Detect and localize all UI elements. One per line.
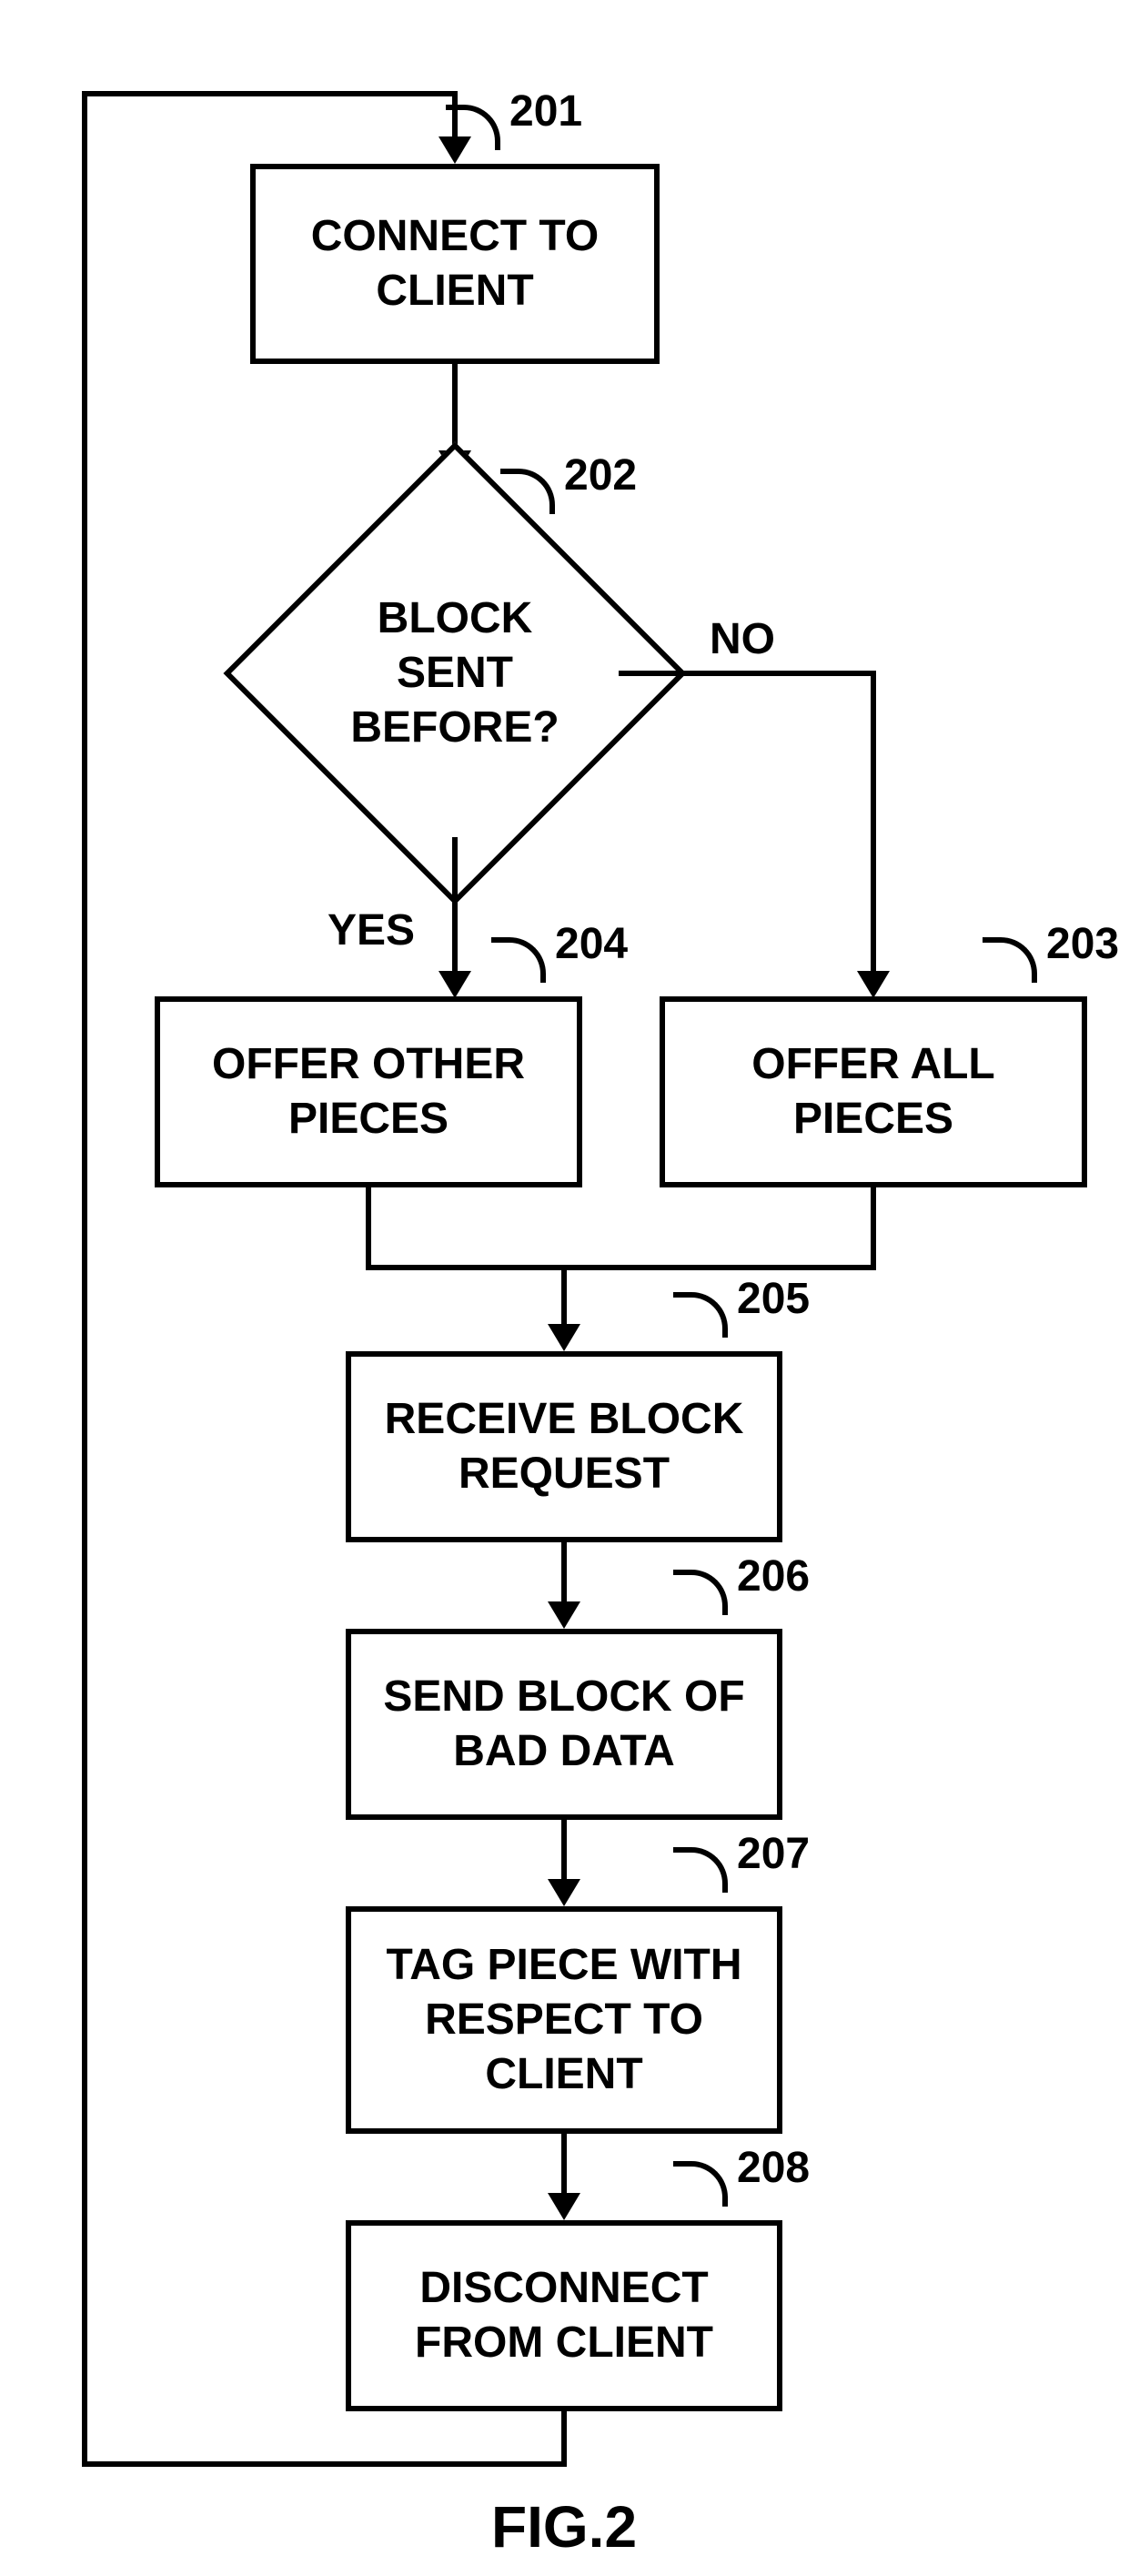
ref-208: 208	[737, 2143, 810, 2193]
arrow-206-207	[548, 1879, 580, 1906]
edge-202-no-v	[871, 671, 876, 975]
leader-208	[673, 2161, 728, 2207]
edge-loop-down	[561, 2411, 567, 2466]
node-receive: RECEIVE BLOCK REQUEST	[346, 1351, 782, 1542]
edge-202-yes	[452, 837, 458, 978]
ref-202: 202	[564, 450, 637, 500]
leader-203	[983, 937, 1037, 983]
node-disconnect: DISCONNECT FROM CLIENT	[346, 2220, 782, 2411]
node-offer-all-text: OFFER ALL PIECES	[751, 1037, 995, 1147]
edge-join-h	[366, 1265, 876, 1270]
node-tag: TAG PIECE WITH RESPECT TO CLIENT	[346, 1906, 782, 2134]
node-receive-text: RECEIVE BLOCK REQUEST	[385, 1392, 744, 1501]
node-decision: BLOCK SENT BEFORE?	[291, 510, 619, 837]
figure-caption: FIG.2	[491, 2493, 637, 2561]
arrow-loop-201	[438, 136, 471, 164]
node-send-bad-text: SEND BLOCK OF BAD DATA	[383, 1670, 744, 1779]
arrow-join-205	[548, 1324, 580, 1351]
leader-205	[673, 1292, 728, 1338]
node-offer-all: OFFER ALL PIECES	[660, 996, 1087, 1187]
node-offer-other-text: OFFER OTHER PIECES	[212, 1037, 525, 1147]
edge-loop-up	[82, 91, 87, 2467]
node-offer-other: OFFER OTHER PIECES	[155, 996, 582, 1187]
decision-text-span: BLOCK SENT BEFORE?	[350, 591, 559, 755]
leader-204	[491, 937, 546, 983]
ref-204: 204	[555, 919, 628, 969]
edge-203-down	[871, 1187, 876, 1269]
arrow-205-206	[548, 1601, 580, 1629]
edge-204-down	[366, 1187, 371, 1269]
edge-206-207	[561, 1820, 567, 1884]
arrow-207-208	[548, 2193, 580, 2220]
leader-202	[500, 469, 555, 514]
ref-205: 205	[737, 1274, 810, 1324]
label-yes: YES	[328, 905, 415, 955]
ref-207: 207	[737, 1829, 810, 1879]
leader-207	[673, 1847, 728, 1893]
node-decision-text: BLOCK SENT BEFORE?	[291, 510, 619, 837]
edge-loop-into	[452, 91, 458, 141]
ref-203: 203	[1046, 919, 1119, 969]
edge-207-208	[561, 2134, 567, 2197]
edge-205-206	[561, 1542, 567, 1606]
node-connect: CONNECT TO CLIENT	[250, 164, 660, 364]
label-no: NO	[710, 614, 775, 664]
edge-loop-top	[82, 91, 455, 96]
node-connect-text: CONNECT TO CLIENT	[311, 209, 599, 318]
edge-202-no-h	[619, 671, 873, 676]
arrow-202-204	[438, 971, 471, 998]
edge-loop-left	[82, 2461, 567, 2467]
leader-206	[673, 1570, 728, 1615]
ref-201: 201	[509, 86, 582, 136]
node-send-bad: SEND BLOCK OF BAD DATA	[346, 1629, 782, 1820]
edge-join-down	[561, 1265, 567, 1328]
arrow-202-203	[857, 971, 890, 998]
node-disconnect-text: DISCONNECT FROM CLIENT	[415, 2261, 713, 2370]
node-tag-text: TAG PIECE WITH RESPECT TO CLIENT	[386, 1938, 741, 2102]
ref-206: 206	[737, 1551, 810, 1601]
